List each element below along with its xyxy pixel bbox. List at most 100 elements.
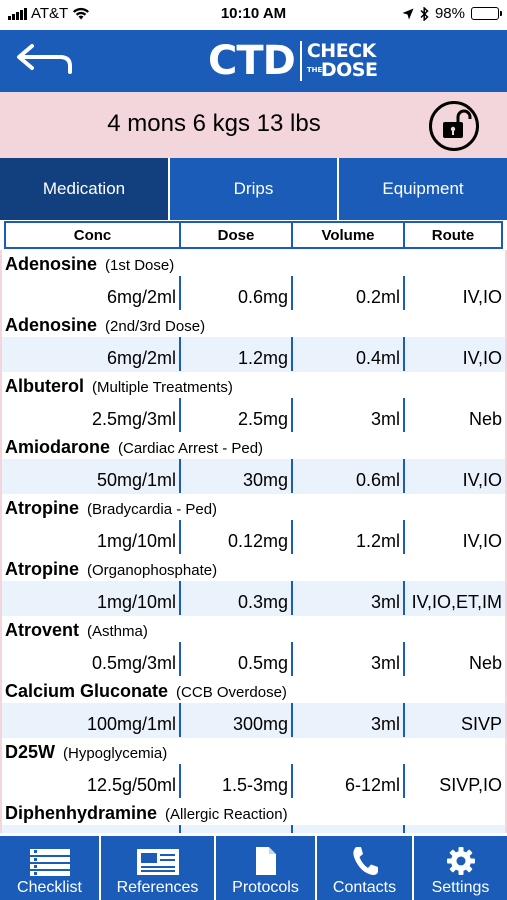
medication-values: 6mg/2ml 1.2mg 0.4ml IV,IO (2, 337, 505, 371)
medication-route: Neb (468, 653, 502, 673)
medication-indication: (Cardiac Arrest - Ped) (118, 440, 264, 457)
nav-protocols[interactable]: Protocols (216, 836, 317, 900)
medication-values: 100mg/1ml 300mg 3ml SIVP (2, 703, 505, 737)
medication-title: Albuterol (Multiple Treatments) (5, 376, 233, 397)
medication-route: SIVP,IO (439, 775, 502, 795)
medication-row[interactable]: Diphenhydramine (Allergic Reaction) (2, 799, 505, 833)
battery-percent: 98% (434, 5, 465, 22)
medication-name: D25W (5, 742, 56, 762)
medication-row[interactable]: Calcium Gluconate (CCB Overdose) 100mg/1ml… (2, 677, 505, 738)
logo-tagline: CHECK THE DOSE (307, 42, 378, 80)
medication-values: 2.5mg/3ml 2.5mg 3ml Neb (2, 398, 505, 432)
column-header-volume: Volume (291, 221, 403, 249)
nav-contacts[interactable]: Contacts (317, 836, 414, 900)
battery-icon (471, 7, 502, 20)
logo-dose: DOSE (320, 59, 378, 81)
medication-volume: 3ml (293, 581, 405, 615)
medication-indication: (Organophosphate) (87, 562, 218, 579)
medication-row[interactable]: Albuterol (Multiple Treatments) 2.5mg/3ml 2… (2, 372, 505, 433)
column-header-route: Route (403, 221, 503, 249)
status-bar: AT&T 10:10 AM 98% (0, 0, 507, 30)
nav-label: Protocols (232, 879, 299, 896)
medication-title: Atropine (Bradycardia - Ped) (5, 498, 217, 519)
medication-row[interactable]: Adenosine (2nd/3rd Dose) 6mg/2ml 1.2mg 0.4ml… (2, 311, 505, 372)
medication-route: IV,IO (462, 531, 502, 551)
medication-title: Amiodarone (Cardiac Arrest - Ped) (5, 437, 263, 458)
medication-row[interactable]: Atropine (Organophosphate) 1mg/10ml 0.3mg 3m… (2, 555, 505, 616)
medication-volume: 3ml (293, 703, 405, 737)
document-icon (255, 847, 276, 875)
back-button[interactable] (12, 42, 78, 80)
medication-name: Adenosine (5, 315, 98, 335)
column-headers: Conc Dose Volume Route (2, 220, 505, 250)
medication-row[interactable]: Atropine (Bradycardia - Ped) 1mg/10ml 0.12m… (2, 494, 505, 555)
nav-settings[interactable]: Settings (414, 836, 507, 900)
tab-drips[interactable]: Drips (170, 158, 339, 220)
tab-label: Drips (233, 179, 274, 198)
medication-row[interactable]: Atrovent (Asthma) 0.5mg/3ml 0.5mg 3ml Neb (2, 616, 505, 677)
medication-name: Calcium Gluconate (5, 681, 169, 701)
medication-volume: 1.2ml (293, 520, 405, 554)
medication-indication: (CCB Overdose) (176, 684, 287, 701)
medication-title: D25W (Hypoglycemia) (5, 742, 167, 763)
column-header-dose: Dose (179, 221, 291, 249)
medication-values: 50mg/1ml 30mg 0.6ml IV,IO (2, 459, 505, 493)
medication-name: Atropine (5, 559, 79, 579)
medication-name: Diphenhydramine (5, 803, 158, 823)
medication-conc: 50mg/1ml (2, 459, 181, 493)
medication-name: Atropine (5, 498, 79, 518)
medication-title: Calcium Gluconate (CCB Overdose) (5, 681, 287, 702)
tab-bar: Medication Drips Equipment (0, 158, 507, 220)
medication-row[interactable]: D25W (Hypoglycemia) 12.5g/50ml 1.5-3mg 6-12m… (2, 738, 505, 799)
gear-icon (446, 847, 475, 875)
medication-route: IV,IO (462, 348, 502, 368)
bottom-nav: Checklist References Protocols Contacts (0, 836, 507, 900)
app-logo: CTD CHECK THE DOSE (208, 38, 378, 84)
medication-conc: 0.5mg/3ml (2, 642, 181, 676)
medication-route: IV,IO,ET,IM (411, 592, 502, 612)
medication-name: Amiodarone (5, 437, 111, 457)
phone-icon (352, 847, 378, 875)
medication-volume (293, 825, 405, 833)
tab-label: Medication (42, 179, 126, 198)
nav-references[interactable]: References (101, 836, 216, 900)
app-header: CTD CHECK THE DOSE (0, 30, 507, 92)
location-icon (402, 8, 414, 19)
medication-volume: 0.2ml (293, 276, 405, 310)
medication-route (405, 825, 505, 833)
medication-row[interactable]: Amiodarone (Cardiac Arrest - Ped) 50mg/1ml… (2, 433, 505, 494)
logo-the: THE (306, 66, 323, 74)
nav-label: Contacts (332, 879, 397, 896)
medication-volume: 3ml (293, 398, 405, 432)
medication-conc: 6mg/2ml (2, 337, 181, 371)
medication-route: IV,IO (462, 470, 502, 490)
medication-indication: (1st Dose) (105, 257, 175, 274)
nav-label: References (116, 879, 199, 896)
nav-checklist[interactable]: Checklist (0, 836, 101, 900)
medication-conc: 1mg/10ml (2, 581, 181, 615)
logo-main: CTD (208, 38, 296, 84)
medication-dose: 300mg (181, 703, 293, 737)
lock-toggle-button[interactable] (428, 100, 480, 157)
medication-values: 12.5g/50ml 1.5-3mg 6-12ml SIVP,IO (2, 764, 505, 798)
medication-conc (2, 825, 181, 833)
medication-dose: 0.5mg (181, 642, 293, 676)
medication-title: Adenosine (1st Dose) (5, 254, 174, 275)
nav-label: Checklist (17, 879, 82, 896)
medication-indication: (Hypoglycemia) (63, 745, 168, 762)
tab-medication[interactable]: Medication (0, 158, 170, 220)
medication-name: Adenosine (5, 254, 98, 274)
medication-conc: 100mg/1ml (2, 703, 181, 737)
medication-indication: (Asthma) (87, 623, 148, 640)
checklist-icon (29, 849, 70, 876)
tab-equipment[interactable]: Equipment (339, 158, 507, 220)
medication-dose: 0.12mg (181, 520, 293, 554)
medication-name: Albuterol (5, 376, 84, 396)
medication-values: 1mg/10ml 0.12mg 1.2ml IV,IO (2, 520, 505, 554)
medication-conc: 6mg/2ml (2, 276, 181, 310)
medication-row[interactable]: Adenosine (1st Dose) 6mg/2ml 0.6mg 0.2ml IV,I… (2, 250, 505, 311)
tab-label: Equipment (382, 179, 464, 198)
medication-list[interactable]: Adenosine (1st Dose) 6mg/2ml 0.6mg 0.2ml IV,I… (0, 250, 507, 833)
medication-route: IV,IO (462, 287, 502, 307)
logo-divider (299, 41, 302, 81)
